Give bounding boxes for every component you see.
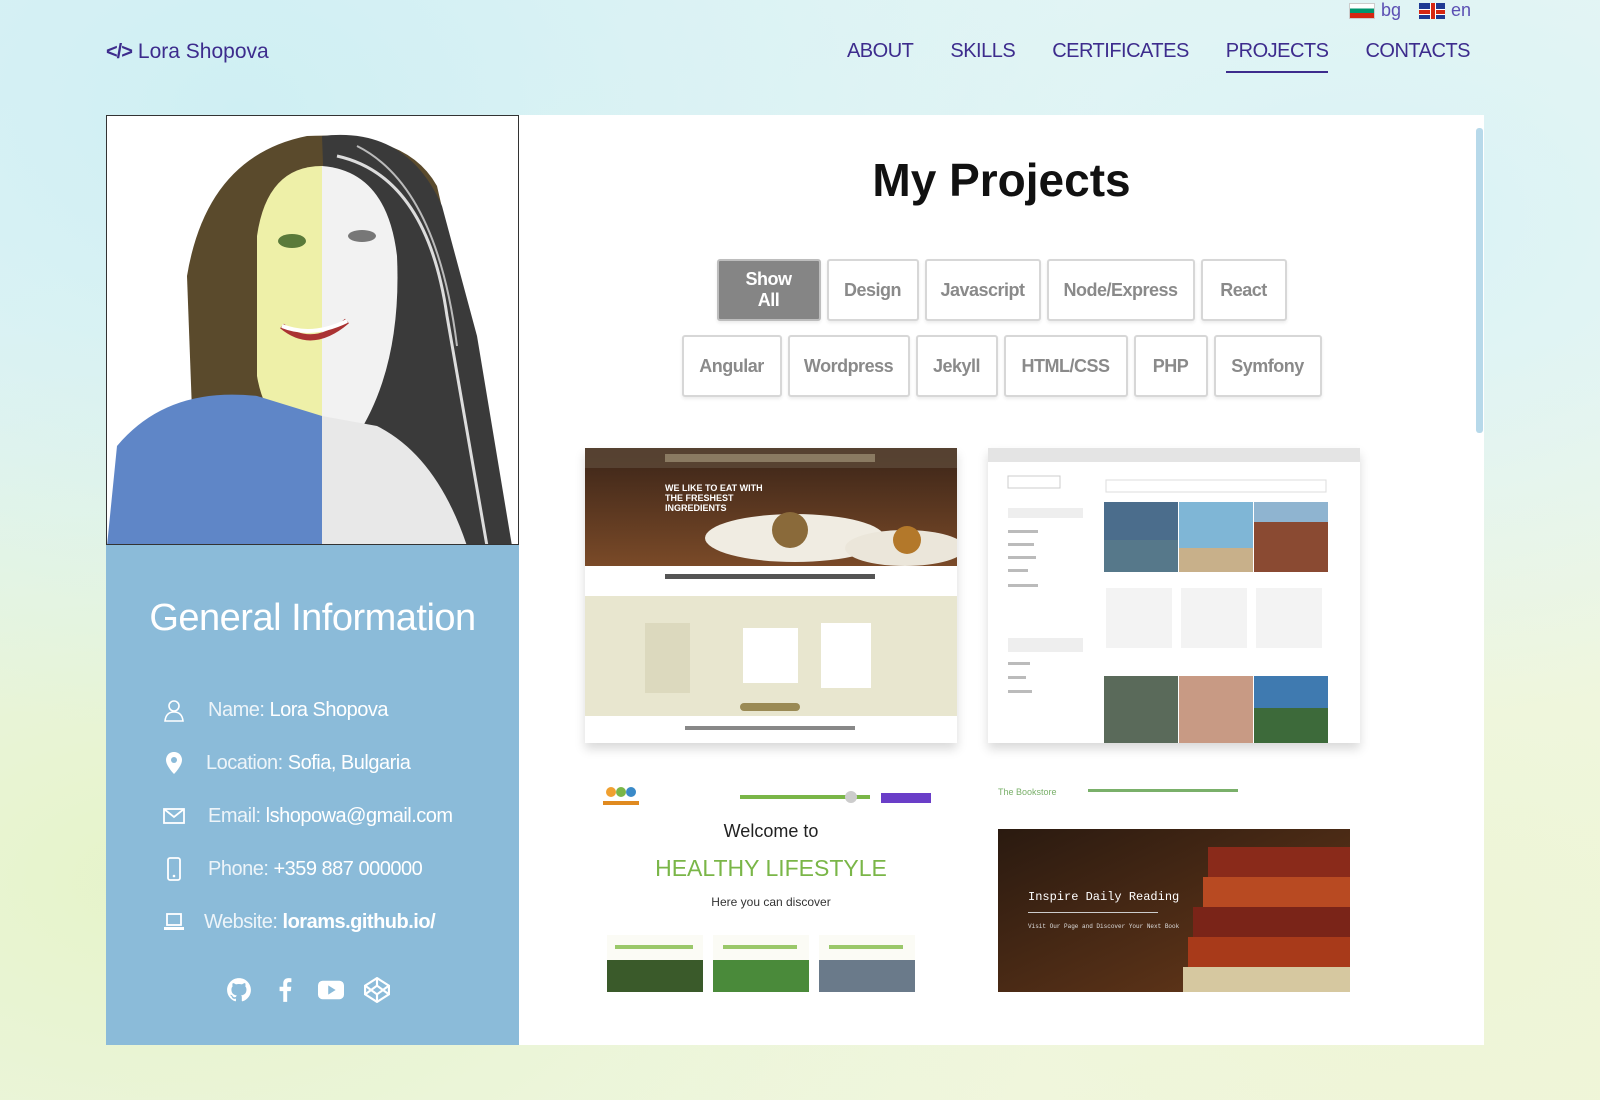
info-phone-label: Phone: — [208, 857, 269, 880]
nav-certificates[interactable]: CERTIFICATES — [1052, 40, 1189, 73]
filter-react[interactable]: React — [1200, 259, 1287, 321]
lang-en-label: en — [1451, 0, 1472, 20]
location-pin-icon — [166, 752, 182, 774]
info-email: Email: lshopowa@gmail.com — [162, 804, 453, 828]
info-name: Name: Lora Shopova — [162, 698, 389, 722]
info-name-value: Lora Shopova — [269, 698, 389, 721]
project-card-bookstore[interactable]: The Bookstore Inspire Daily Reading Visi… — [988, 777, 1360, 992]
info-phone: Phone: +359 887 000000 — [162, 857, 423, 881]
codepen-icon[interactable] — [364, 977, 390, 1003]
info-email-label: Email: — [208, 804, 261, 827]
healthy-sub: Here you can discover — [711, 895, 831, 909]
filter-symfony[interactable]: Symfony — [1213, 335, 1322, 397]
scrollbar[interactable] — [1476, 128, 1483, 433]
github-icon[interactable] — [226, 977, 252, 1003]
filter-javascript[interactable]: Javascript — [924, 259, 1041, 321]
info-location: Location: Sofia, Bulgaria — [162, 751, 411, 775]
nav-about[interactable]: ABOUT — [847, 40, 914, 73]
bookstore-brand: The Bookstore — [998, 787, 1057, 797]
bulgaria-flag-icon — [1349, 2, 1375, 19]
phone-icon — [167, 857, 181, 881]
filter-row-2: Angular Wordpress Jekyll HTML/CSS PHP Sy… — [519, 335, 1484, 397]
filter-design[interactable]: Design — [826, 259, 919, 321]
bookstore-sub: Visit Our Page and Discover Your Next Bo… — [1028, 923, 1180, 930]
youtube-icon[interactable] — [318, 977, 344, 1003]
content-panel: General Information Name: Lora Shopova L… — [106, 115, 1484, 1045]
healthy-welcome: Welcome to — [723, 821, 819, 841]
info-phone-value: +359 887 000000 — [273, 857, 423, 880]
nav-projects[interactable]: PROJECTS — [1225, 40, 1329, 73]
restaurant-hero-text: WE LIKE TO EAT WITH THE FRESHEST INGREDI… — [665, 483, 763, 513]
general-info-title: General Information — [149, 597, 476, 639]
user-icon — [164, 700, 184, 722]
lang-bg-label: bg — [1381, 0, 1402, 20]
nav-skills[interactable]: SKILLS — [950, 40, 1015, 73]
filter-html-css[interactable]: HTML/CSS — [1003, 335, 1128, 397]
facebook-icon[interactable] — [272, 977, 298, 1003]
filter-row-1: Show All Design Javascript Node/Express … — [519, 259, 1484, 321]
info-email-value[interactable]: lshopowa@gmail.com — [266, 805, 453, 827]
info-location-label: Location: — [206, 751, 283, 774]
project-card-restaurant[interactable]: WE LIKE TO EAT WITH THE FRESHEST INGREDI… — [585, 448, 957, 743]
lang-bg[interactable]: bg — [1349, 0, 1401, 21]
filter-show-all[interactable]: Show All — [716, 259, 821, 321]
project-card-healthy-lifestyle[interactable]: Welcome to HEALTHY LIFESTYLE Here you ca… — [585, 777, 957, 992]
laptop-icon — [164, 913, 184, 930]
info-name-label: Name: — [208, 698, 265, 721]
filter-angular[interactable]: Angular — [681, 335, 782, 397]
info-website: Website: lorams.github.io/ — [162, 910, 436, 934]
info-website-label: Website: — [204, 910, 278, 933]
code-icon: </> — [106, 40, 133, 63]
healthy-headline: HEALTHY LIFESTYLE — [655, 855, 887, 881]
filter-wordpress[interactable]: Wordpress — [787, 335, 910, 397]
portrait-image — [106, 115, 519, 545]
project-card-travel-gallery[interactable] — [988, 448, 1360, 743]
bookstore-headline: Inspire Daily Reading — [1028, 890, 1180, 904]
profile-sidebar: General Information Name: Lora Shopova L… — [106, 115, 519, 1045]
uk-flag-icon — [1419, 2, 1445, 19]
page-title: My Projects — [872, 154, 1131, 206]
main-nav: ABOUT SKILLS CERTIFICATES PROJECTS CONTA… — [847, 40, 1470, 73]
social-links — [226, 977, 390, 1003]
lang-en[interactable]: en — [1419, 0, 1471, 21]
filter-php[interactable]: PHP — [1133, 335, 1208, 397]
info-website-value[interactable]: lorams.github.io/ — [283, 911, 436, 933]
info-location-value: Sofia, Bulgaria — [287, 751, 411, 774]
nav-contacts[interactable]: CONTACTS — [1365, 40, 1470, 73]
brand-name: Lora Shopova — [137, 40, 269, 63]
filter-node-express[interactable]: Node/Express — [1046, 259, 1195, 321]
brand-logo[interactable]: </> Lora Shopova — [106, 40, 269, 64]
envelope-icon — [163, 808, 185, 824]
filter-jekyll[interactable]: Jekyll — [915, 335, 998, 397]
